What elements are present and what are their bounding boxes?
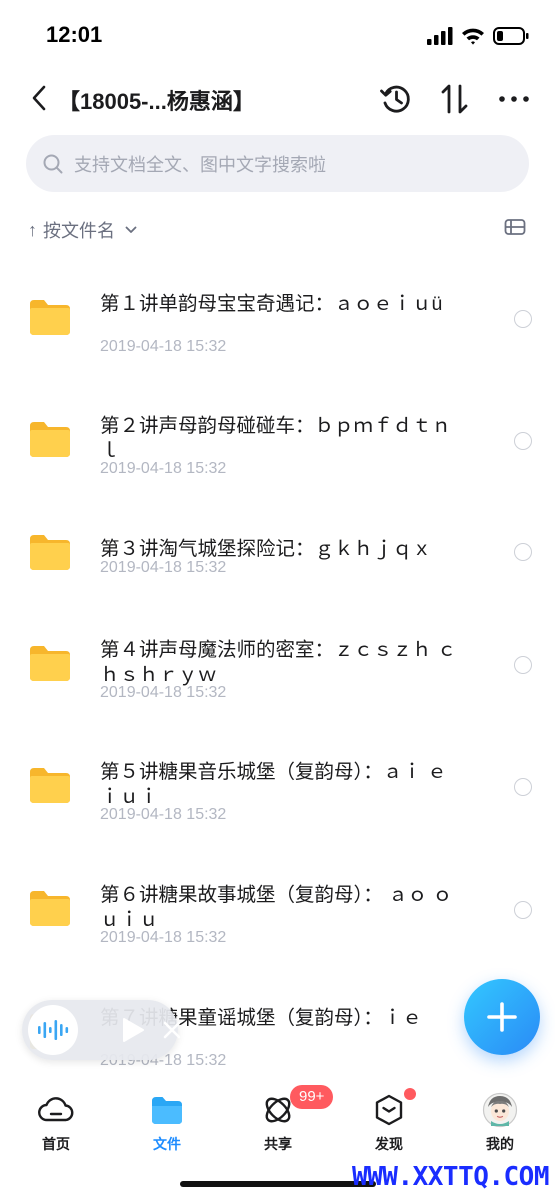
- history-button[interactable]: [378, 82, 414, 116]
- file-name: 第６讲糖果故事城堡（复韵母）： ａｏ ｏｕｉｕ: [100, 884, 453, 931]
- wifi-icon: [462, 28, 484, 45]
- sound-wave-icon: [38, 1020, 69, 1040]
- tab-home[interactable]: 首页: [16, 1092, 96, 1162]
- play-icon[interactable]: [120, 1016, 146, 1044]
- page-title: 【18005-...杨惠涵】: [58, 89, 255, 114]
- close-icon[interactable]: [162, 1020, 182, 1040]
- list-item[interactable]: 第１讲单韵母宝宝奇遇记：ａｏｅｉｕü 2019-04-18 15:32: [0, 258, 555, 381]
- cloud-home-icon: [38, 1097, 74, 1122]
- tab-me[interactable]: 我的: [460, 1092, 540, 1162]
- select-radio[interactable]: [514, 310, 532, 328]
- sort-arrows-icon: [441, 84, 468, 114]
- folder-icon: [28, 889, 72, 927]
- list-item[interactable]: 第５讲糖果音乐城堡（复韵母）：ａｉ ｅｉｕｉ 2019-04-18 15:32: [0, 726, 555, 849]
- chevron-left-icon: [32, 85, 46, 111]
- search-icon: [43, 154, 63, 173]
- list-item[interactable]: 第４讲声母魔法师的密室：ｚｃｓｚｈ ｃｈｓｈｒｙｗ 2019-04-18 15:3…: [0, 604, 555, 727]
- select-radio[interactable]: [514, 543, 532, 561]
- file-date: 2019-04-18 15:32: [100, 559, 227, 576]
- discover-notification-dot: [404, 1088, 416, 1100]
- search-input[interactable]: 支持文档全文、图中文字搜索啦: [26, 135, 529, 192]
- history-icon: [380, 85, 410, 113]
- sort-label: 按文件名: [43, 221, 115, 241]
- status-bar: 12:01: [0, 0, 555, 70]
- file-name: 第５讲糖果音乐城堡（复韵母）：ａｉ ｅｉｕｉ: [100, 761, 447, 808]
- select-radio[interactable]: [514, 432, 532, 450]
- tab-label: 共享: [264, 1136, 292, 1152]
- folder-tab-icon: [152, 1097, 182, 1124]
- cellular-signal-icon: [427, 27, 453, 45]
- file-date: 2019-04-18 15:32: [100, 460, 227, 477]
- file-date: 2019-04-18 15:32: [100, 806, 227, 823]
- status-icons: [427, 26, 529, 46]
- sort-by-name-button[interactable]: ↑ 按文件名: [28, 217, 137, 243]
- view-mode-toggle[interactable]: [504, 218, 526, 241]
- select-radio[interactable]: [514, 656, 532, 674]
- file-date: 2019-04-18 15:32: [100, 338, 227, 355]
- tab-label: 首页: [42, 1136, 70, 1152]
- file-name: 第４讲声母魔法师的密室：ｚｃｓｚｈ ｃｈｓｈｒｙｗ: [100, 639, 457, 686]
- discover-box-icon: [375, 1094, 403, 1126]
- avatar-icon: [482, 1092, 518, 1128]
- audio-wave-button[interactable]: [28, 1005, 78, 1055]
- sort-button[interactable]: [437, 82, 473, 116]
- home-indicator: [180, 1181, 376, 1187]
- file-name: 第２讲声母韵母碰碰车：ｂｐｍｆｄｔｎｌ: [100, 415, 452, 462]
- status-time: 12:01: [46, 22, 103, 47]
- folder-icon: [28, 766, 72, 804]
- list-item[interactable]: 第６讲糖果故事城堡（复韵母）： ａｏ ｏｕｉｕ 2019-04-18 15:32: [0, 849, 555, 972]
- file-name: 第１讲单韵母宝宝奇遇记：ａｏｅｉｕü: [100, 293, 443, 315]
- folder-icon: [28, 533, 72, 571]
- folder-icon: [28, 644, 72, 682]
- chevron-down-icon: [125, 226, 137, 233]
- search-placeholder: 支持文档全文、图中文字搜索啦: [74, 154, 326, 175]
- tab-label: 发现: [375, 1136, 403, 1152]
- folder-icon: [28, 420, 72, 458]
- audio-mini-player[interactable]: [22, 1000, 181, 1060]
- bottom-tab-bar: 首页 文件 共享 发现 我的: [0, 1082, 555, 1172]
- tab-discover[interactable]: 发现: [349, 1092, 429, 1162]
- plus-icon: [487, 1002, 517, 1032]
- share-count-badge: 99+: [290, 1085, 334, 1109]
- file-date: 2019-04-18 15:32: [100, 684, 227, 701]
- select-radio[interactable]: [514, 901, 532, 919]
- select-radio[interactable]: [514, 778, 532, 796]
- file-date: 2019-04-18 15:32: [100, 929, 227, 946]
- more-button[interactable]: [496, 82, 532, 116]
- list-view-icon: [504, 219, 526, 235]
- tab-label: 文件: [153, 1136, 181, 1152]
- add-button[interactable]: [464, 979, 540, 1055]
- more-icon: [499, 96, 529, 102]
- nav-bar: 【18005-...杨惠涵】: [0, 72, 555, 124]
- sort-bar: ↑ 按文件名: [28, 214, 528, 246]
- sort-direction-arrow: ↑: [28, 219, 37, 240]
- folder-icon: [28, 298, 72, 336]
- tab-label: 我的: [486, 1136, 514, 1152]
- battery-icon: [493, 27, 529, 45]
- watermark: WWW.XXTTQ.COM: [352, 1162, 550, 1192]
- back-button[interactable]: [28, 82, 58, 114]
- tab-files[interactable]: 文件: [127, 1092, 207, 1162]
- list-item[interactable]: 第２讲声母韵母碰碰车：ｂｐｍｆｄｔｎｌ 2019-04-18 15:32: [0, 380, 555, 503]
